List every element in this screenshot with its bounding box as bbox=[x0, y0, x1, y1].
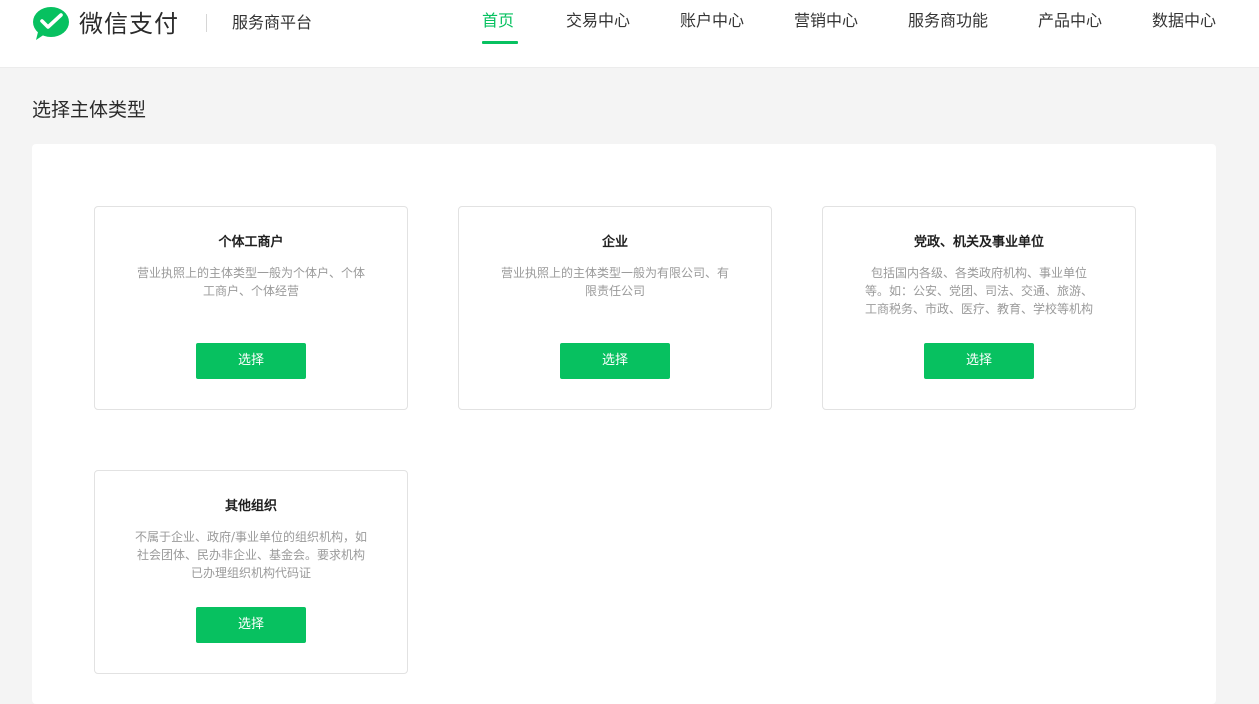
platform-name: 服务商平台 bbox=[232, 13, 313, 32]
entity-type-panel: 个体工商户 营业执照上的主体类型一般为个体户、个体 工商户、个体经营 选择 企业… bbox=[32, 144, 1216, 704]
entity-card-enterprise: 企业 营业执照上的主体类型一般为有限公司、有 限责任公司 选择 bbox=[458, 206, 772, 410]
select-enterprise-button[interactable]: 选择 bbox=[560, 343, 670, 379]
nav-item-data[interactable]: 数据中心 bbox=[1152, 11, 1216, 31]
nav-item-account[interactable]: 账户中心 bbox=[680, 11, 744, 31]
top-navigation-bar: 微信支付 服务商平台 首页 交易中心 账户中心 营销中心 服务商功能 产品中心 … bbox=[0, 0, 1259, 68]
nav-item-products[interactable]: 产品中心 bbox=[1038, 11, 1102, 31]
card-title: 党政、机关及事业单位 bbox=[913, 235, 1044, 250]
select-government-button[interactable]: 选择 bbox=[924, 343, 1034, 379]
entity-card-individual: 个体工商户 营业执照上的主体类型一般为个体户、个体 工商户、个体经营 选择 bbox=[94, 206, 408, 410]
card-description: 营业执照上的主体类型一般为个体户、个体 工商户、个体经营 bbox=[115, 264, 387, 300]
wechat-pay-logo[interactable]: 微信支付 bbox=[32, 6, 179, 42]
nav-item-marketing[interactable]: 营销中心 bbox=[794, 11, 858, 31]
card-description: 不属于企业、政府/事业单位的组织机构，如 社会团体、民办非企业、基金会。要求机构… bbox=[115, 528, 387, 582]
card-description: 营业执照上的主体类型一般为有限公司、有 限责任公司 bbox=[479, 264, 751, 300]
card-description-line: 包括国内各级、各类政府机构、事业单位 bbox=[870, 266, 1087, 280]
card-title: 企业 bbox=[601, 235, 628, 250]
select-other-organization-button[interactable]: 选择 bbox=[196, 607, 306, 643]
card-description-line: 工商税务、市政、医疗、教育、学校等机构 bbox=[864, 302, 1093, 316]
nav-active-indicator bbox=[482, 41, 518, 44]
brand-name: 微信支付 bbox=[79, 10, 179, 38]
card-description-line: 营业执照上的主体类型一般为有限公司、有 bbox=[500, 266, 729, 280]
wechat-pay-logo-icon bbox=[33, 7, 69, 40]
select-individual-button[interactable]: 选择 bbox=[196, 343, 306, 379]
card-description-line: 已办理组织机构代码证 bbox=[190, 566, 311, 580]
card-description-line: 等。如：公安、党团、司法、交通、旅游、 bbox=[864, 284, 1093, 298]
nav-item-transactions[interactable]: 交易中心 bbox=[566, 11, 630, 31]
card-description: 包括国内各级、各类政府机构、事业单位 等。如：公安、党团、司法、交通、旅游、 工… bbox=[843, 264, 1115, 318]
card-title: 其他组织 bbox=[224, 499, 277, 514]
page-title: 选择主体类型 bbox=[32, 99, 147, 121]
entity-card-government: 党政、机关及事业单位 包括国内各级、各类政府机构、事业单位 等。如：公安、党团、… bbox=[822, 206, 1136, 410]
card-description-line: 限责任公司 bbox=[584, 284, 645, 298]
card-title: 个体工商户 bbox=[218, 235, 284, 250]
card-description-line: 社会团体、民办非企业、基金会。要求机构 bbox=[136, 548, 365, 562]
entity-card-other-organization: 其他组织 不属于企业、政府/事业单位的组织机构，如 社会团体、民办非企业、基金会… bbox=[94, 470, 408, 674]
nav-item-provider-functions[interactable]: 服务商功能 bbox=[908, 11, 988, 31]
brand-divider bbox=[206, 14, 207, 32]
card-description-line: 不属于企业、政府/事业单位的组织机构，如 bbox=[134, 530, 368, 544]
card-description-line: 营业执照上的主体类型一般为个体户、个体 bbox=[136, 266, 365, 280]
nav-item-home[interactable]: 首页 bbox=[482, 11, 514, 31]
card-description-line: 工商户、个体经营 bbox=[202, 284, 299, 298]
